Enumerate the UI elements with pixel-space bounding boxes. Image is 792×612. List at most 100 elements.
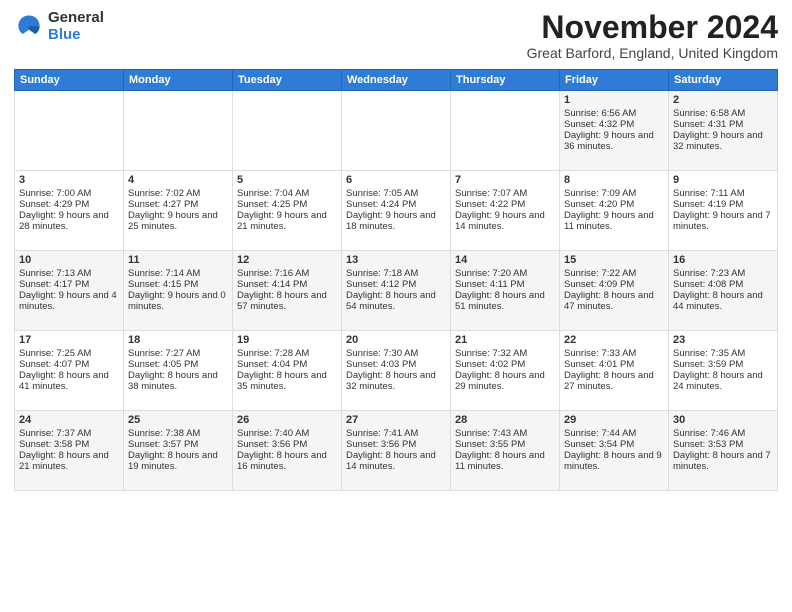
sunrise-text: Sunrise: 7:02 AM bbox=[128, 188, 200, 199]
sunset-text: Sunset: 3:54 PM bbox=[564, 439, 634, 450]
daylight-text: Daylight: 8 hours and 35 minutes. bbox=[237, 370, 327, 392]
daylight-text: Daylight: 8 hours and 47 minutes. bbox=[564, 290, 654, 312]
sunrise-text: Sunrise: 7:04 AM bbox=[237, 188, 309, 199]
header-saturday: Saturday bbox=[669, 70, 778, 91]
daylight-text: Daylight: 9 hours and 21 minutes. bbox=[237, 210, 327, 232]
sunset-text: Sunset: 4:17 PM bbox=[19, 279, 89, 290]
sunrise-text: Sunrise: 7:43 AM bbox=[455, 428, 527, 439]
daylight-text: Daylight: 8 hours and 38 minutes. bbox=[128, 370, 218, 392]
sunrise-text: Sunrise: 7:22 AM bbox=[564, 268, 636, 279]
calendar-cell: 23 Sunrise: 7:35 AMSunset: 3:59 PMDayligh… bbox=[669, 331, 778, 411]
day-number: 13 bbox=[346, 254, 446, 266]
sunset-text: Sunset: 3:59 PM bbox=[673, 359, 743, 370]
calendar-week-4: 24Sunrise: 7:37 AMSunset: 3:58 PMDayligh… bbox=[15, 411, 778, 491]
daylight-text: Daylight: 8 hours and 41 minutes. bbox=[19, 370, 109, 392]
day-number: 28 bbox=[455, 414, 555, 426]
sunset-text: Sunset: 4:05 PM bbox=[128, 359, 198, 370]
day-number: 27 bbox=[346, 414, 446, 426]
daylight-text: Daylight: 8 hours and 21 minutes. bbox=[19, 450, 109, 472]
day-number: 6 bbox=[346, 174, 446, 186]
sunrise-text: Sunrise: 7:30 AM bbox=[346, 348, 418, 359]
day-number: 16 bbox=[673, 254, 773, 266]
header-monday: Monday bbox=[124, 70, 233, 91]
day-number: 2 bbox=[673, 94, 773, 106]
header: General Blue November 2024 Great Barford… bbox=[14, 10, 778, 61]
daylight-text: Daylight: 8 hours and 24 minutes. bbox=[673, 370, 763, 392]
header-sunday: Sunday bbox=[15, 70, 124, 91]
calendar-cell: 28 Sunrise: 7:43 AMSunset: 3:55 PMDayligh… bbox=[451, 411, 560, 491]
daylight-text: Daylight: 9 hours and 18 minutes. bbox=[346, 210, 436, 232]
calendar-cell: 26Sunrise: 7:40 AMSunset: 3:56 PMDayligh… bbox=[233, 411, 342, 491]
calendar-cell: 24Sunrise: 7:37 AMSunset: 3:58 PMDayligh… bbox=[15, 411, 124, 491]
daylight-text: Daylight: 8 hours and 7 minutes. bbox=[673, 450, 771, 472]
daylight-text: Daylight: 9 hours and 14 minutes. bbox=[455, 210, 545, 232]
header-friday: Friday bbox=[560, 70, 669, 91]
daylight-text: Daylight: 8 hours and 32 minutes. bbox=[346, 370, 436, 392]
sunset-text: Sunset: 3:55 PM bbox=[455, 439, 525, 450]
sunrise-text: Sunrise: 7:38 AM bbox=[128, 428, 200, 439]
logo-text: General Blue bbox=[48, 10, 104, 43]
day-number: 19 bbox=[237, 334, 337, 346]
calendar-cell: 1Sunrise: 6:56 AMSunset: 4:32 PMDaylight… bbox=[560, 91, 669, 171]
daylight-text: Daylight: 9 hours and 36 minutes. bbox=[564, 130, 654, 152]
daylight-text: Daylight: 8 hours and 16 minutes. bbox=[237, 450, 327, 472]
calendar-cell: 19Sunrise: 7:28 AMSunset: 4:04 PMDayligh… bbox=[233, 331, 342, 411]
calendar-cell: 27Sunrise: 7:41 AMSunset: 3:56 PMDayligh… bbox=[342, 411, 451, 491]
header-row: Sunday Monday Tuesday Wednesday Thursday… bbox=[15, 70, 778, 91]
day-number: 4 bbox=[128, 174, 228, 186]
day-number: 29 bbox=[564, 414, 664, 426]
sunset-text: Sunset: 4:04 PM bbox=[237, 359, 307, 370]
sunrise-text: Sunrise: 7:40 AM bbox=[237, 428, 309, 439]
day-number: 3 bbox=[19, 174, 119, 186]
day-number: 17 bbox=[19, 334, 119, 346]
day-number: 18 bbox=[128, 334, 228, 346]
sunrise-text: Sunrise: 7:07 AM bbox=[455, 188, 527, 199]
calendar-cell: 12Sunrise: 7:16 AMSunset: 4:14 PMDayligh… bbox=[233, 251, 342, 331]
calendar-cell: 2Sunrise: 6:58 AMSunset: 4:31 PMDaylight… bbox=[669, 91, 778, 171]
day-number: 12 bbox=[237, 254, 337, 266]
sunrise-text: Sunrise: 7:27 AM bbox=[128, 348, 200, 359]
day-number: 9 bbox=[673, 174, 773, 186]
day-number: 14 bbox=[455, 254, 555, 266]
sunset-text: Sunset: 4:11 PM bbox=[455, 279, 525, 290]
calendar-cell: 20Sunrise: 7:30 AMSunset: 4:03 PMDayligh… bbox=[342, 331, 451, 411]
sunset-text: Sunset: 4:29 PM bbox=[19, 199, 89, 210]
sunrise-text: Sunrise: 7:14 AM bbox=[128, 268, 200, 279]
calendar-cell: 29 Sunrise: 7:44 AMSunset: 3:54 PMDayligh… bbox=[560, 411, 669, 491]
daylight-text: Daylight: 8 hours and 57 minutes. bbox=[237, 290, 327, 312]
daylight-text: Daylight: 8 hours and 9 minutes. bbox=[564, 450, 662, 472]
sunrise-text: Sunrise: 7:35 AM bbox=[673, 348, 745, 359]
calendar-cell: 14Sunrise: 7:20 AMSunset: 4:11 PMDayligh… bbox=[451, 251, 560, 331]
calendar-cell: 7Sunrise: 7:07 AMSunset: 4:22 PMDaylight… bbox=[451, 171, 560, 251]
sunrise-text: Sunrise: 7:16 AM bbox=[237, 268, 309, 279]
sunrise-text: Sunrise: 7:44 AM bbox=[564, 428, 636, 439]
logo-general-text: General bbox=[48, 10, 104, 27]
month-title: November 2024 bbox=[527, 10, 778, 45]
day-number: 26 bbox=[237, 414, 337, 426]
sunset-text: Sunset: 4:22 PM bbox=[455, 199, 525, 210]
day-number: 23 bbox=[673, 334, 773, 346]
calendar-cell: 11Sunrise: 7:14 AMSunset: 4:15 PMDayligh… bbox=[124, 251, 233, 331]
daylight-text: Daylight: 8 hours and 27 minutes. bbox=[564, 370, 654, 392]
day-number: 24 bbox=[19, 414, 119, 426]
day-number: 11 bbox=[128, 254, 228, 266]
calendar-week-1: 3Sunrise: 7:00 AMSunset: 4:29 PMDaylight… bbox=[15, 171, 778, 251]
sunrise-text: Sunrise: 7:20 AM bbox=[455, 268, 527, 279]
sunset-text: Sunset: 3:58 PM bbox=[19, 439, 89, 450]
sunset-text: Sunset: 4:12 PM bbox=[346, 279, 416, 290]
calendar-cell: 16Sunrise: 7:23 AMSunset: 4:08 PMDayligh… bbox=[669, 251, 778, 331]
logo-blue-text: Blue bbox=[48, 27, 104, 44]
sunrise-text: Sunrise: 7:46 AM bbox=[673, 428, 745, 439]
day-number: 25 bbox=[128, 414, 228, 426]
daylight-text: Daylight: 8 hours and 19 minutes. bbox=[128, 450, 218, 472]
daylight-text: Daylight: 8 hours and 11 minutes. bbox=[455, 450, 545, 472]
sunset-text: Sunset: 4:20 PM bbox=[564, 199, 634, 210]
logo-icon bbox=[14, 12, 44, 42]
logo: General Blue bbox=[14, 10, 104, 43]
calendar-cell: 10Sunrise: 7:13 AMSunset: 4:17 PMDayligh… bbox=[15, 251, 124, 331]
calendar-cell: 9Sunrise: 7:11 AMSunset: 4:19 PMDaylight… bbox=[669, 171, 778, 251]
sunset-text: Sunset: 4:19 PM bbox=[673, 199, 743, 210]
calendar-cell bbox=[451, 91, 560, 171]
calendar-cell: 22Sunrise: 7:33 AMSunset: 4:01 PMDayligh… bbox=[560, 331, 669, 411]
calendar-header: Sunday Monday Tuesday Wednesday Thursday… bbox=[15, 70, 778, 91]
